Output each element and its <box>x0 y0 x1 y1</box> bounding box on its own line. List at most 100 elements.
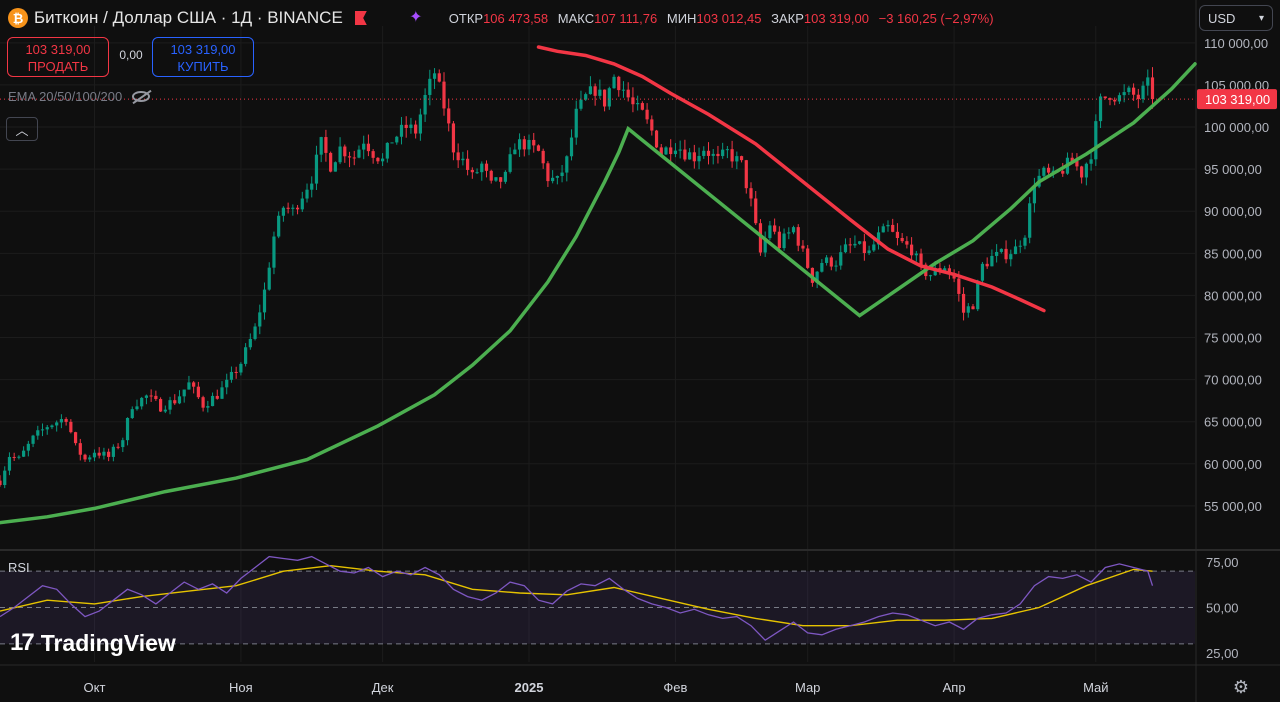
candle-body <box>26 443 30 451</box>
candle-body <box>7 456 12 471</box>
tradingview-mark-icon: 17 <box>10 629 35 656</box>
gear-icon[interactable]: ⚙ <box>1232 678 1250 696</box>
candle-body <box>735 156 739 162</box>
candle-body <box>985 263 989 267</box>
candle-body <box>980 263 985 281</box>
ema-lines <box>0 45 1197 525</box>
candle-body <box>248 338 252 348</box>
candle-body <box>919 253 923 265</box>
price-tick-label: 65 000,00 <box>1204 415 1262 430</box>
buy-price: 103 319,00 <box>170 42 236 57</box>
candle-body <box>149 395 153 397</box>
candle-body <box>669 147 673 155</box>
candle-body <box>310 183 314 190</box>
buy-label: КУПИТЬ <box>177 59 229 74</box>
candle-body <box>475 172 479 174</box>
candle-body <box>749 188 753 199</box>
candle-body <box>158 399 163 412</box>
candle-body <box>1080 166 1084 178</box>
candle-body <box>201 397 205 408</box>
candle-body <box>621 89 626 91</box>
candle-body <box>721 149 725 157</box>
chart-canvas[interactable]: 25,00 50,00 75,00 55 000,00 60 000,00 65 000… <box>0 0 1280 702</box>
candle-body <box>484 163 489 171</box>
candle-body <box>555 176 559 178</box>
candle-body <box>272 236 276 268</box>
candle-body <box>579 99 583 109</box>
collapse-legend-button[interactable]: ︿ <box>6 117 38 141</box>
tradingview-logo[interactable]: 17 TradingView <box>10 629 176 657</box>
sell-button[interactable]: 103 319,00 ПРОДАТЬ <box>7 37 109 77</box>
candle-body <box>92 452 97 458</box>
candle-body <box>645 109 649 120</box>
candle-body <box>210 395 215 407</box>
candle-body <box>1018 245 1022 247</box>
candle-body <box>352 157 356 159</box>
candle-body <box>607 88 611 107</box>
candle-body <box>508 154 512 172</box>
candle-body <box>347 156 352 158</box>
candle-body <box>466 158 470 170</box>
indicator-legend[interactable]: EMA 20/50/100/200 <box>8 89 151 104</box>
indicator-label: EMA 20/50/100/200 <box>8 89 123 104</box>
candle-body <box>489 170 493 181</box>
low-value: 103 012,45 <box>696 10 762 26</box>
candle-body <box>678 149 682 151</box>
candle-body <box>631 97 635 105</box>
candle-body <box>390 142 394 144</box>
time-tick-label: Май <box>1083 680 1108 695</box>
candle-body <box>111 446 115 457</box>
candle-body <box>598 89 602 96</box>
symbol-title[interactable]: Биткоин / Доллар США · 1Д · BINANCE <box>34 8 343 28</box>
currency-select[interactable]: USD ▾ <box>1199 5 1273 31</box>
candle-body <box>1094 121 1098 160</box>
candle-body <box>725 149 729 151</box>
candle-body <box>971 306 975 310</box>
candle-body <box>414 124 418 134</box>
time-tick-label: 2025 <box>515 680 544 695</box>
candle-body <box>45 427 49 430</box>
candle-body <box>494 177 498 181</box>
candle-body <box>239 363 243 373</box>
candle-body <box>961 293 966 313</box>
candle-body <box>801 245 805 249</box>
candle-body <box>437 73 441 82</box>
candle-body <box>565 156 569 173</box>
candle-body <box>1146 77 1150 86</box>
candle-body <box>36 430 40 436</box>
candle-body <box>1089 159 1093 164</box>
candle-body <box>182 389 186 397</box>
buy-button[interactable]: 103 319,00 КУПИТЬ <box>152 37 254 77</box>
candle-body <box>541 150 545 164</box>
candle-body <box>862 241 866 254</box>
candle-body <box>999 248 1003 252</box>
candle-body <box>432 73 437 79</box>
candle-body <box>1061 171 1065 174</box>
candle-body <box>853 243 857 246</box>
price-tick-label: 95 000,00 <box>1204 162 1262 177</box>
rsi-label[interactable]: RSI <box>8 560 30 575</box>
rsi-tick-label: 25,00 <box>1206 646 1239 661</box>
candle-body <box>404 124 408 128</box>
eye-off-icon[interactable] <box>132 91 151 102</box>
flag-icon[interactable] <box>354 11 367 25</box>
nodes-icon[interactable]: ✦ <box>407 9 425 27</box>
candle-body <box>881 226 885 233</box>
ema-green-line <box>0 62 1197 525</box>
change-value: −3 160,25 (−2,97%) <box>878 10 994 26</box>
candle-body <box>253 326 257 339</box>
candle-body <box>858 241 862 244</box>
candle-body <box>957 278 961 294</box>
candle-body <box>357 149 361 158</box>
candle-body <box>773 225 777 232</box>
price-tick-label: 55 000,00 <box>1204 499 1262 514</box>
candle-body <box>395 136 399 143</box>
candle-body <box>914 253 918 256</box>
candle-body <box>546 163 550 182</box>
candle-body <box>3 470 7 486</box>
candle-body <box>843 244 848 253</box>
candle-body <box>470 169 474 173</box>
candle-body <box>536 145 541 151</box>
candle-body <box>461 158 465 161</box>
last-price-label: 103 319,00 <box>1205 92 1270 107</box>
